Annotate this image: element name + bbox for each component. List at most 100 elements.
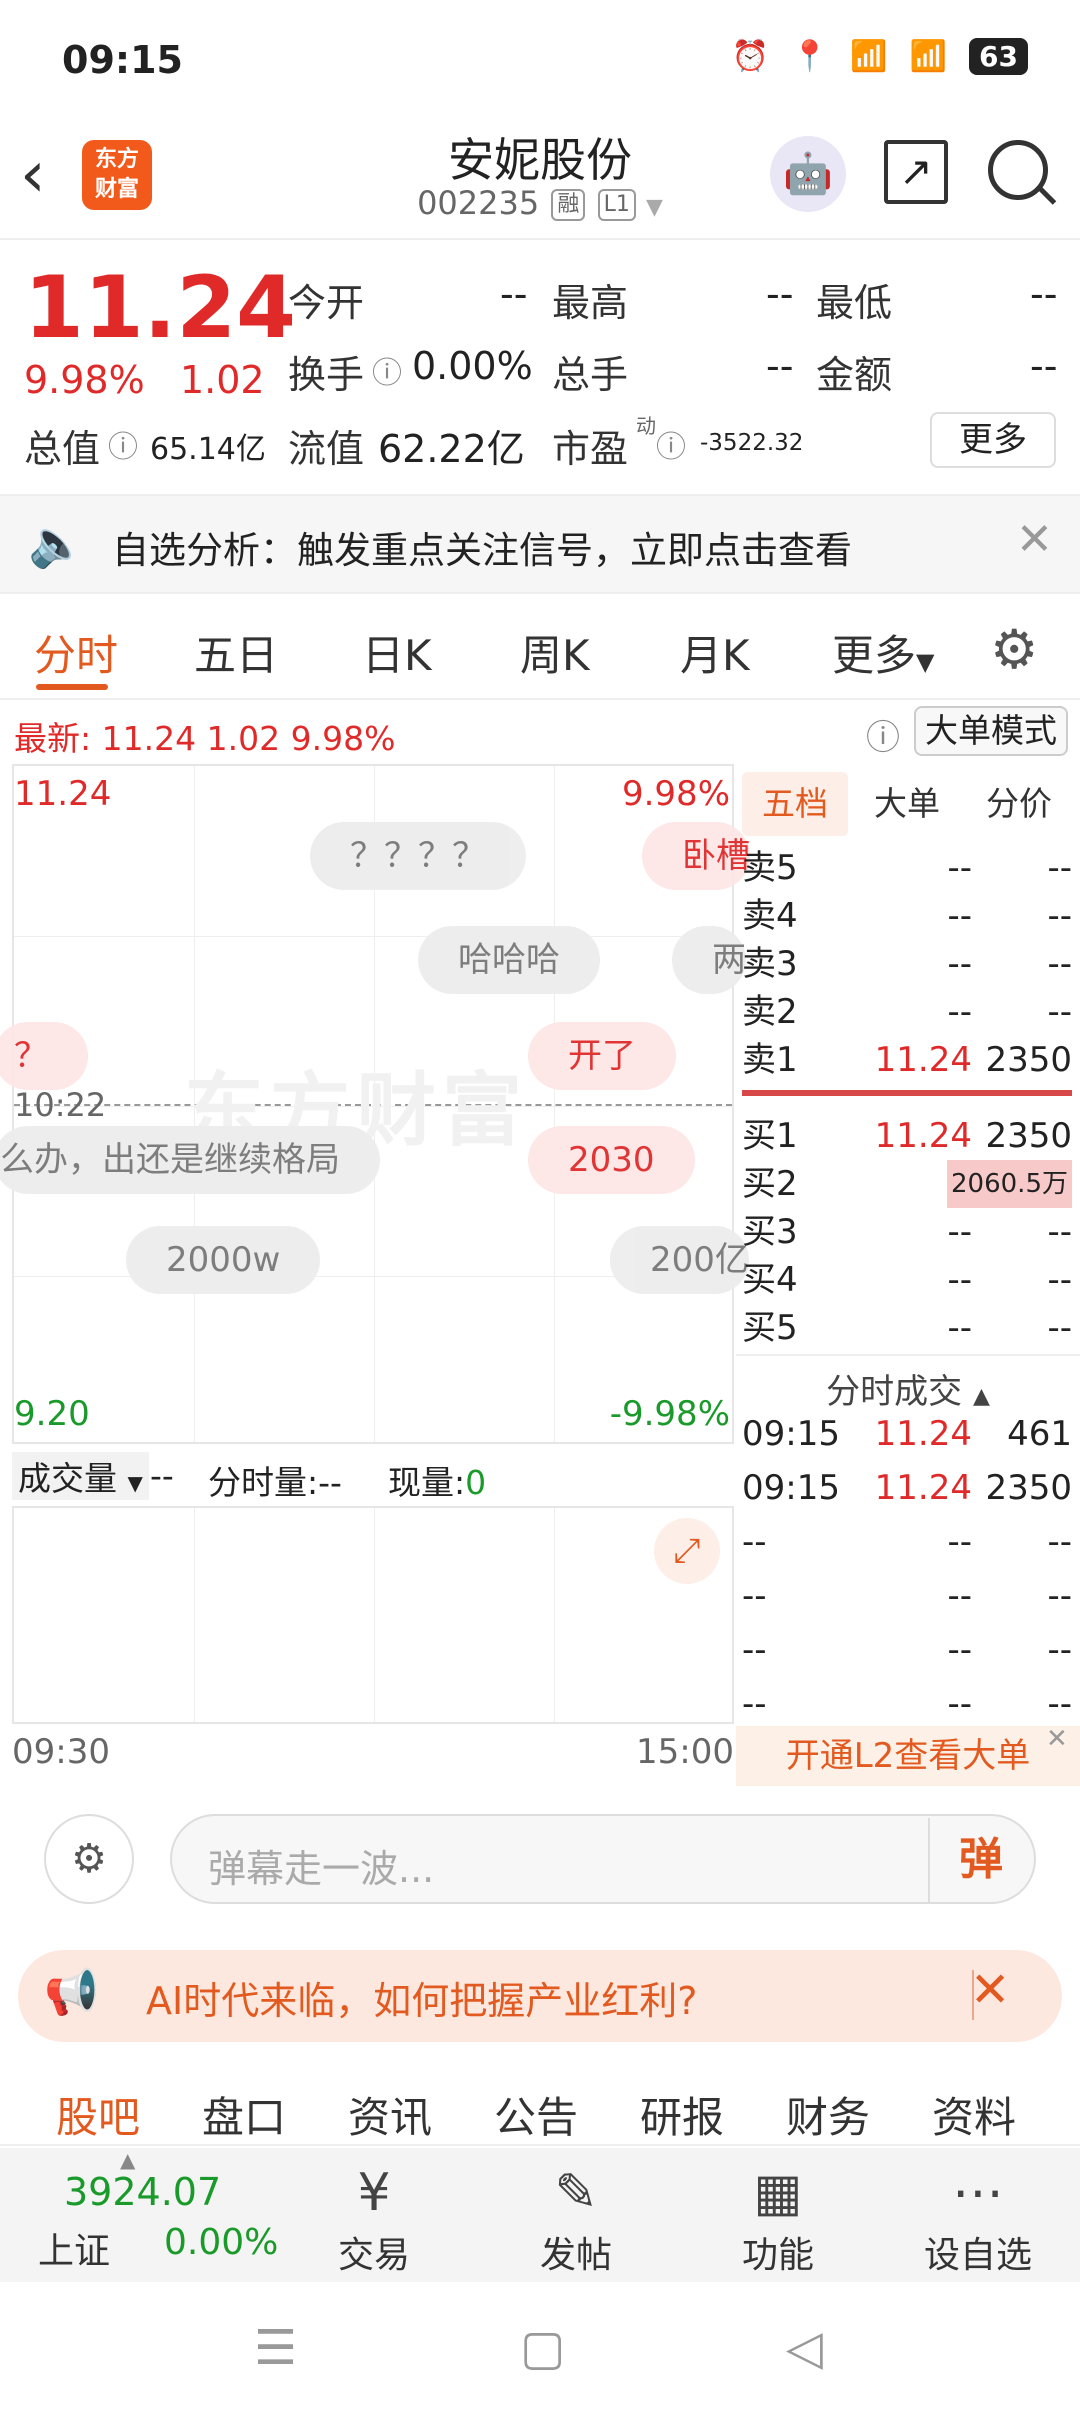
index-value[interactable]: 3924.07 bbox=[64, 2170, 221, 2214]
nav-add-watchlist[interactable]: ⋯ 设自选 bbox=[908, 2160, 1048, 2278]
danmu-bubble: 2000w bbox=[126, 1226, 321, 1294]
danmu-placeholder: 弹幕走一波... bbox=[208, 1847, 435, 1891]
tab-finance[interactable]: 财务 bbox=[786, 2084, 870, 2145]
top-price-label: 11.24 bbox=[14, 774, 112, 814]
danmu-bubble: 卧槽 bbox=[642, 822, 750, 890]
ad-text[interactable]: AI时代来临，如何把握产业红利? bbox=[146, 1970, 697, 2025]
volume-value: -- bbox=[150, 1456, 174, 1495]
latest-label: 最新: bbox=[14, 719, 92, 758]
mktcap-label: 总值 bbox=[24, 427, 101, 471]
info-icon[interactable]: ⓘ bbox=[372, 348, 402, 392]
nav-trade[interactable]: ¥ 交易 bbox=[304, 2160, 444, 2278]
danmu-bubble: 两 bbox=[672, 926, 746, 994]
tab-underline bbox=[36, 684, 108, 690]
level-tag[interactable]: L1 bbox=[597, 189, 636, 221]
info-icon[interactable]: ⓘ bbox=[108, 422, 138, 466]
stock-code: 002235 bbox=[417, 184, 540, 222]
tab-pankou[interactable]: 盘口 bbox=[202, 2084, 286, 2145]
ask-row: 卖4 -- -- bbox=[742, 896, 1072, 936]
megaphone-icon: 📢 bbox=[44, 1967, 99, 2018]
trades-title[interactable]: 分时成交 ▲ bbox=[736, 1364, 1080, 1413]
open-value: -- bbox=[500, 272, 528, 316]
tab-five-levels[interactable]: 五档 bbox=[742, 772, 848, 836]
nav-functions[interactable]: ▦ 功能 bbox=[708, 2160, 848, 2278]
signal-icon: 📶 bbox=[850, 39, 888, 74]
volume-value: -- bbox=[766, 344, 794, 388]
tab-more[interactable]: 更多▼ bbox=[832, 622, 934, 683]
tab-big-orders[interactable]: 大单 bbox=[854, 772, 960, 836]
tab-weekly-k[interactable]: 周K bbox=[520, 622, 590, 683]
volume-chart[interactable] bbox=[12, 1506, 734, 1724]
tab-price-dist[interactable]: 分价 bbox=[966, 772, 1072, 836]
grid-icon: ▦ bbox=[753, 2163, 803, 2223]
danmu-bubble: 么办，出还是继续格局 bbox=[0, 1126, 380, 1194]
banner-text[interactable]: 自选分析：触发重点关注信号，立即点击查看 bbox=[112, 520, 852, 574]
start-time-label: 09:30 bbox=[12, 1732, 110, 1772]
bid-row: 买4 -- -- bbox=[742, 1260, 1072, 1300]
low-value: -- bbox=[1030, 272, 1058, 316]
expand-icon[interactable]: ⤢ bbox=[654, 1518, 720, 1584]
tab-monthly-k[interactable]: 月K bbox=[680, 622, 750, 683]
index-pct[interactable]: 0.00% bbox=[164, 2222, 278, 2263]
menu-icon[interactable]: ☰ bbox=[254, 2320, 297, 2376]
more-button[interactable]: 更多 bbox=[930, 412, 1056, 468]
tab-daily-k[interactable]: 日K bbox=[362, 622, 432, 683]
danmu-send-button[interactable]: 弹 bbox=[928, 1818, 1032, 1902]
back-nav-icon[interactable]: ◁ bbox=[786, 2320, 823, 2376]
tab-news[interactable]: 资讯 bbox=[348, 2084, 432, 2145]
current-price: 11.24 bbox=[24, 258, 297, 358]
danmu-settings-icon[interactable]: ⚙ bbox=[44, 1814, 134, 1904]
chevron-up-icon[interactable]: ▲ bbox=[120, 2148, 135, 2172]
danmu-bubble: ？ bbox=[0, 1022, 88, 1090]
bottom-pct-label: -9.98% bbox=[609, 1394, 730, 1434]
edit-icon: ✎ bbox=[554, 2163, 598, 2223]
nav-post-label: 发帖 bbox=[539, 2235, 612, 2276]
volume-indicator-select[interactable]: 成交量 ▼ bbox=[12, 1452, 149, 1500]
chevron-down-icon: ▼ bbox=[916, 648, 935, 676]
fs-volume: 分时量:-- bbox=[208, 1463, 342, 1502]
yen-icon: ¥ bbox=[357, 2163, 391, 2223]
l2-upgrade-button[interactable]: 开通L2查看大单 bbox=[736, 1726, 1080, 1786]
mid-time-label: 10:22 bbox=[14, 1086, 107, 1124]
danmu-bubble: 开了 bbox=[528, 1022, 676, 1090]
bid-row: 买1 11.24 2350 bbox=[742, 1116, 1072, 1156]
index-name[interactable]: 上证 bbox=[38, 2222, 110, 2274]
nav-post[interactable]: ✎ 发帖 bbox=[506, 2160, 646, 2278]
bid-row: 买2--2060.5万 bbox=[742, 1160, 1072, 1208]
margin-tag: 融 bbox=[551, 189, 586, 221]
pe-label: 市盈 bbox=[552, 427, 629, 471]
ask-row: 卖2 -- -- bbox=[742, 992, 1072, 1032]
danmu-bubble: 2030 bbox=[528, 1126, 695, 1194]
mktcap-value: 65.14亿 bbox=[150, 432, 266, 467]
close-icon[interactable]: ✕ bbox=[970, 1962, 1010, 2018]
order-book: 五档 大单 分价 卖5 -- -- 卖4 -- -- 卖3 -- -- 卖2 -- -- 卖1 1… bbox=[736, 764, 1080, 1784]
big-order-mode-button[interactable]: 大单模式 bbox=[914, 706, 1068, 756]
status-time: 09:15 bbox=[62, 38, 183, 82]
close-icon[interactable]: ✕ bbox=[1016, 514, 1053, 565]
info-icon[interactable]: ⓘ bbox=[656, 422, 686, 466]
latest-pct: 9.98% bbox=[290, 719, 396, 758]
gear-icon[interactable]: ⚙ bbox=[990, 618, 1038, 681]
tab-research[interactable]: 研报 bbox=[640, 2084, 724, 2145]
bid-row: 买3 -- -- bbox=[742, 1212, 1072, 1252]
tab-guba[interactable]: 股吧 bbox=[56, 2084, 140, 2145]
share-icon[interactable]: ↗ bbox=[884, 140, 948, 204]
tab-intraday[interactable]: 分时 bbox=[34, 622, 118, 683]
book-divider bbox=[742, 1090, 1072, 1096]
tab-5day[interactable]: 五日 bbox=[194, 622, 278, 683]
dropdown-icon[interactable]: ▼ bbox=[646, 195, 663, 220]
tab-profile[interactable]: 资料 bbox=[932, 2084, 1016, 2145]
speaker-icon: 🔈 bbox=[28, 516, 86, 570]
open-label: 今开 bbox=[288, 281, 365, 325]
latest-price: 11.24 bbox=[101, 719, 197, 758]
ai-robot-icon[interactable]: 🤖 bbox=[770, 136, 846, 212]
intraday-chart[interactable]: 东方财富 11.24 9.98% 10:22 9.20 -9.98% ？？？？ … bbox=[0, 764, 750, 1444]
close-icon[interactable]: ✕ bbox=[1046, 1724, 1068, 1754]
home-icon[interactable]: ▢ bbox=[520, 2320, 565, 2376]
latest-change: 1.02 bbox=[206, 719, 281, 758]
volume-info-bar: 成交量 ▼ -- 分时量:-- 现量:0 bbox=[12, 1446, 734, 1504]
tab-announcements[interactable]: 公告 bbox=[494, 2084, 578, 2145]
help-icon[interactable]: ⓘ bbox=[866, 710, 900, 759]
nav-add-watchlist-label: 设自选 bbox=[923, 2235, 1032, 2276]
turnover-label: 换手 bbox=[288, 353, 365, 397]
